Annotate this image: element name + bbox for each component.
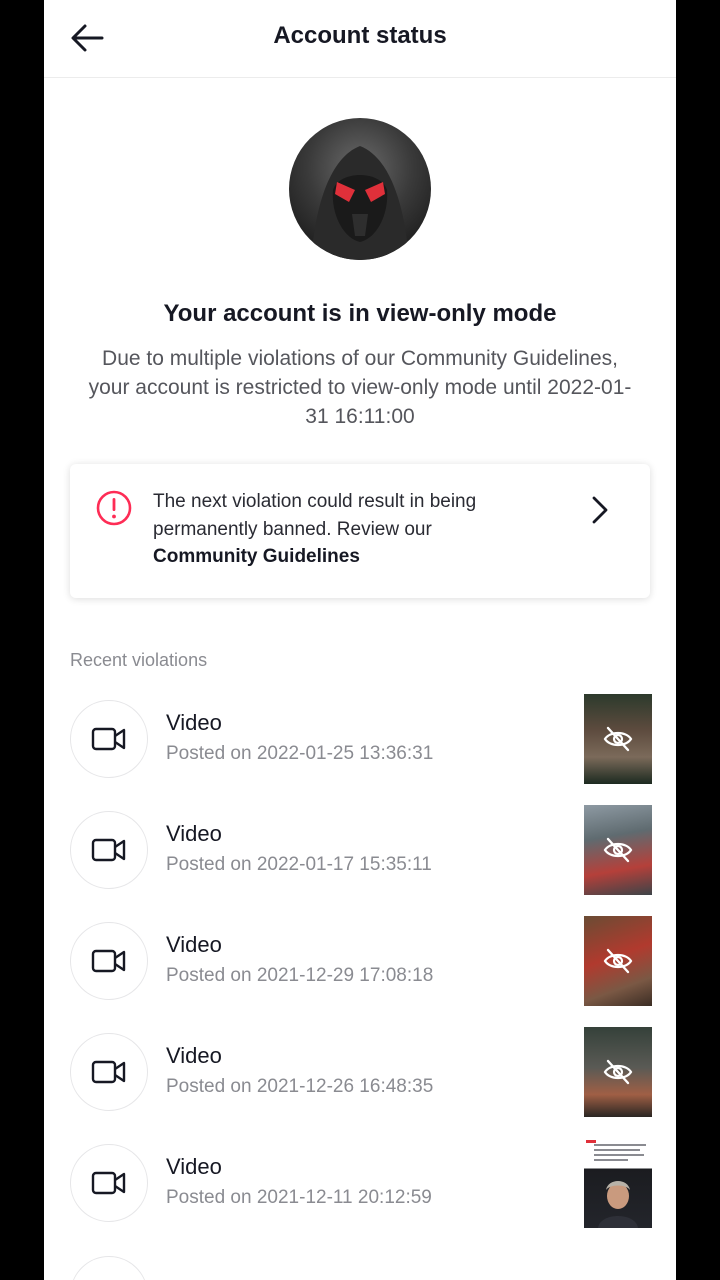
- violation-date: Posted on 2022-01-17 15:35:11: [166, 854, 432, 875]
- violation-date: Posted on 2021-12-11 20:12:59: [166, 1187, 432, 1208]
- violation-type: Video: [166, 710, 222, 735]
- video-camera-icon: [91, 1060, 126, 1084]
- warning-message: The next violation could result in being…: [153, 491, 477, 540]
- video-camera-icon: [91, 1171, 126, 1195]
- chevron-right-icon: [592, 496, 608, 524]
- video-camera-icon: [91, 838, 126, 862]
- video-thumbnail[interactable]: [584, 694, 652, 784]
- recent-violations-label: Recent violations: [70, 650, 208, 670]
- violation-row[interactable]: Video Posted on 2021-12-29 17:08:18: [44, 916, 676, 1016]
- violation-row[interactable]: Video Posted on 2021-12-26 16:48:35: [44, 1027, 676, 1127]
- top-bar: Account status: [44, 0, 676, 78]
- violation-type: Video: [166, 821, 222, 846]
- video-type-badge: [70, 1144, 148, 1222]
- eye-off-icon: [603, 726, 633, 752]
- video-type-badge: [70, 700, 148, 778]
- video-camera-icon: [91, 727, 126, 751]
- eye-off-icon: [603, 1059, 633, 1085]
- video-thumbnail[interactable]: [584, 916, 652, 1006]
- eye-off-icon: [603, 948, 633, 974]
- violation-row[interactable]: Video Posted on 2022-01-25 13:36:31: [44, 694, 676, 794]
- video-thumbnail[interactable]: [584, 805, 652, 895]
- violation-type: Video: [166, 1154, 222, 1179]
- eye-off-icon: [603, 837, 633, 863]
- video-thumbnail[interactable]: [584, 1138, 652, 1228]
- violation-date: Posted on 2022-01-25 13:36:31: [166, 743, 434, 764]
- avatar: [289, 118, 431, 260]
- status-description: Due to multiple violations of our Commun…: [88, 347, 632, 428]
- warning-text: The next violation could result in being…: [153, 488, 553, 571]
- thumbnail-art: [586, 1140, 646, 1228]
- community-guidelines-link[interactable]: Community Guidelines: [153, 543, 553, 571]
- violation-row[interactable]: Video Posted on 2022-01-17 15:35:11: [44, 805, 676, 905]
- alert-circle-icon: [96, 490, 132, 526]
- status-heading: Your account is in view-only mode: [163, 300, 557, 327]
- video-camera-icon: [91, 949, 126, 973]
- warning-card[interactable]: The next violation could result in being…: [70, 464, 650, 598]
- violation-row[interactable]: Video Posted on 2021-12-11 20:12:59: [44, 1138, 676, 1238]
- violation-type: Video: [166, 932, 222, 957]
- video-type-badge: [70, 811, 148, 889]
- violation-date: Posted on 2021-12-26 16:48:35: [166, 1076, 434, 1097]
- account-status-screen: Account status Your account is in view-o…: [44, 0, 676, 1280]
- violation-date: Posted on 2021-12-29 17:08:18: [166, 965, 434, 986]
- video-thumbnail[interactable]: [584, 1027, 652, 1117]
- video-type-badge: [70, 922, 148, 1000]
- page-title: Account status: [273, 22, 447, 49]
- video-type-badge: [70, 1033, 148, 1111]
- list-item-partial: [70, 1256, 148, 1280]
- violation-type: Video: [166, 1043, 222, 1068]
